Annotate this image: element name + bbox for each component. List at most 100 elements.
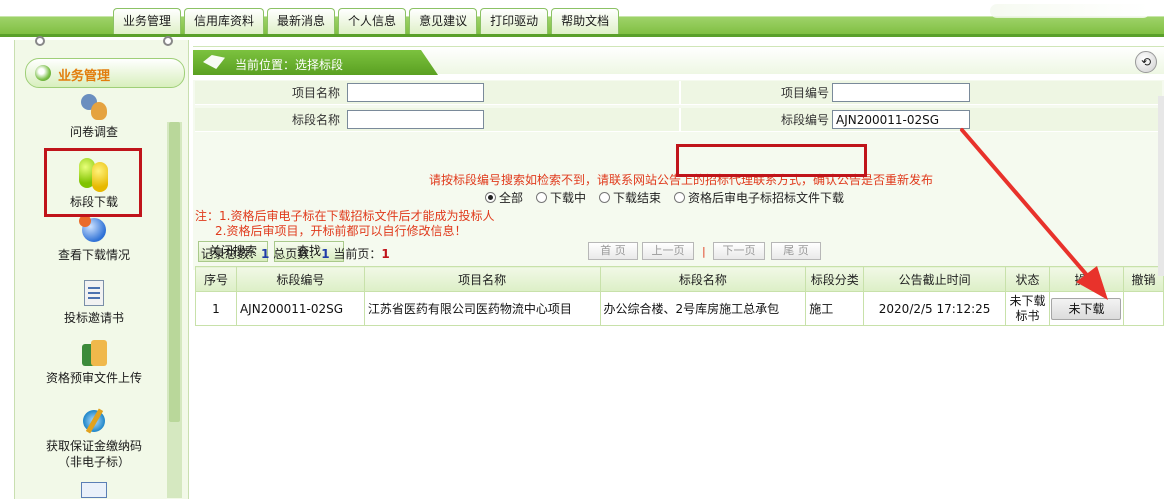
document-icon — [79, 278, 109, 308]
filter-label: 资格后审电子标招标文件下载 — [688, 190, 845, 205]
business-management-icon — [35, 65, 51, 81]
table-header-row: 序号 标段编号 项目名称 标段名称 标段分类 公告截止时间 状态 操作 撤销 — [195, 266, 1164, 292]
total-pages-value: 1 — [321, 247, 330, 261]
cell-section-name: 办公综合楼、2号库房施工总承包 — [599, 291, 807, 326]
breadcrumb-text: 当前位置：选择标段 — [235, 58, 344, 72]
download-button[interactable]: 未下载 — [1051, 297, 1122, 320]
filter-postqual-e-tender[interactable]: 资格后审电子标招标文件下载 — [674, 189, 844, 206]
filter-radio-group: 全部 下载中 下载结束 资格后审电子标招标文件下载 — [485, 188, 857, 206]
col-section-no: 标段编号 — [235, 266, 365, 292]
radio-icon — [674, 191, 686, 203]
cell-section-no: AJN200011-02SG — [235, 291, 365, 326]
top-bar-divider — [0, 34, 1164, 37]
filter-all[interactable]: 全部 — [485, 189, 523, 206]
col-section-name: 标段名称 — [599, 266, 807, 292]
globe-icon — [79, 215, 109, 245]
next-page-button[interactable]: 下一页 — [713, 242, 765, 260]
tab-print-driver[interactable]: 打印驱动 — [480, 8, 549, 34]
sidebar-header[interactable]: 业务管理 — [25, 58, 185, 88]
sections-table: 序号 标段编号 项目名称 标段名称 标段分类 公告截止时间 状态 操作 撤销 1… — [195, 266, 1164, 326]
sidebar: 业务管理 问卷调查 标段下载 查看下载情况 投标邀请书 资格预审文件上传 获取保… — [14, 36, 189, 499]
current-page-label: 当前页： — [333, 247, 382, 261]
form-divider — [679, 108, 681, 132]
main-header: 当前位置：选择标段 ⟲ — [193, 46, 1164, 75]
col-index: 序号 — [195, 266, 237, 292]
sidebar-item-invitation[interactable]: 投标邀请书 — [39, 278, 149, 326]
first-page-button[interactable]: 首 页 — [588, 242, 638, 260]
filter-label: 下载结束 — [613, 190, 662, 205]
form-divider — [679, 81, 681, 105]
radio-icon — [599, 191, 611, 203]
section-no-input[interactable] — [832, 110, 970, 129]
project-no-label: 项目编号 — [780, 86, 829, 100]
pager-separator: | — [702, 245, 706, 258]
form-row-1: 项目名称 项目编号 — [195, 81, 1162, 105]
radio-selected-icon — [485, 191, 496, 203]
col-status: 状态 — [1005, 266, 1050, 292]
sidebar-item-questionnaire[interactable]: 问卷调查 — [39, 92, 149, 140]
radio-icon — [536, 191, 548, 203]
page-scrollbar[interactable] — [1158, 96, 1164, 276]
binder-ring-icon — [163, 36, 173, 46]
sidebar-item-more[interactable] — [39, 480, 149, 499]
sidebar-scrollbar[interactable] — [167, 122, 182, 498]
section-name-label: 标段名称 — [291, 113, 340, 127]
top-bar-decoration — [990, 4, 1150, 18]
col-category: 标段分类 — [805, 266, 865, 292]
note-line-2: 2.资格后审项目，开标前都可以自行修改信息！ — [215, 224, 467, 238]
prev-page-button[interactable]: 上一页 — [642, 242, 694, 260]
people-icon — [79, 92, 109, 122]
col-action: 操作 — [1048, 266, 1124, 292]
filter-downloading[interactable]: 下载中 — [536, 189, 586, 206]
total-records-label: 记录总数： — [201, 247, 262, 261]
filter-download-ended[interactable]: 下载结束 — [599, 189, 661, 206]
cell-revoke — [1122, 291, 1164, 326]
tab-business-management[interactable]: 业务管理 — [113, 8, 182, 34]
sidebar-item-prequal-upload[interactable]: 资格预审文件上传 — [39, 338, 149, 386]
table-row[interactable]: 1 AJN200011-02SG 江苏省医药有限公司医药物流中心项目 办公综合楼… — [195, 291, 1164, 326]
tab-help-docs[interactable]: 帮助文档 — [551, 8, 620, 34]
tab-latest-news[interactable]: 最新消息 — [267, 8, 336, 34]
tab-personal-info[interactable]: 个人信息 — [338, 8, 407, 34]
tools-icon — [79, 406, 109, 436]
section-no-label: 标段编号 — [780, 113, 829, 127]
tab-feedback[interactable]: 意见建议 — [409, 8, 478, 34]
sidebar-item-label: 查看下载情况 — [57, 248, 130, 262]
sidebar-item-download-status[interactable]: 查看下载情况 — [39, 215, 149, 263]
form-row-2: 标段名称 标段编号 — [195, 108, 1162, 132]
last-page-button[interactable]: 尾 页 — [771, 242, 821, 260]
back-arrow-icon: ⟲ — [1140, 55, 1152, 69]
filter-label: 下载中 — [550, 190, 587, 205]
sidebar-item-deposit-code[interactable]: 获取保证金缴纳码（非电子标） — [39, 406, 149, 470]
upload-icon — [79, 338, 109, 368]
total-pages-label: 总页数： — [273, 247, 322, 261]
breadcrumb-icon — [203, 55, 225, 69]
cell-deadline: 2020/2/5 17:12:25 — [863, 291, 1007, 326]
id-card-icon — [79, 480, 109, 498]
col-deadline: 公告截止时间 — [863, 266, 1007, 292]
total-records-value: 1 — [261, 247, 270, 261]
sidebar-item-label: 投标邀请书 — [63, 311, 124, 325]
cell-status: 未下载标书 — [1005, 291, 1050, 326]
project-name-input[interactable] — [347, 83, 484, 102]
cell-action: 未下载 — [1048, 291, 1124, 326]
sidebar-item-label: 问卷调查 — [69, 125, 118, 139]
main-panel: 当前位置：选择标段 ⟲ 项目名称 项目编号 标段名称 标段编号 请按标段编号搜索… — [193, 46, 1164, 499]
sidebar-item-label: 资格预审文件上传 — [45, 371, 142, 385]
top-nav-bar: 业务管理 信用库资料 最新消息 个人信息 意见建议 打印驱动 帮助文档 — [0, 0, 1164, 37]
tab-credit-library[interactable]: 信用库资料 — [184, 8, 265, 34]
highlight-box-section-download — [44, 148, 142, 217]
project-no-input[interactable] — [832, 83, 970, 102]
cell-index: 1 — [195, 291, 237, 326]
section-name-input[interactable] — [347, 110, 484, 129]
cell-category: 施工 — [805, 291, 865, 326]
back-button[interactable]: ⟲ — [1135, 51, 1157, 73]
sidebar-header-label: 业务管理 — [58, 69, 111, 84]
pager: 记录总数：1 总页数：1 当前页：1 首 页 上一页 | 下一页 尾 页 — [195, 242, 1162, 262]
pager-stats: 记录总数：1 总页数：1 当前页：1 — [201, 245, 390, 262]
col-project-name: 项目名称 — [363, 266, 601, 292]
highlight-box-filter — [676, 144, 867, 177]
breadcrumb: 当前位置：选择标段 — [193, 50, 438, 75]
cell-project-name: 江苏省医药有限公司医药物流中心项目 — [363, 291, 601, 326]
sidebar-scroll-thumb[interactable] — [169, 122, 180, 422]
